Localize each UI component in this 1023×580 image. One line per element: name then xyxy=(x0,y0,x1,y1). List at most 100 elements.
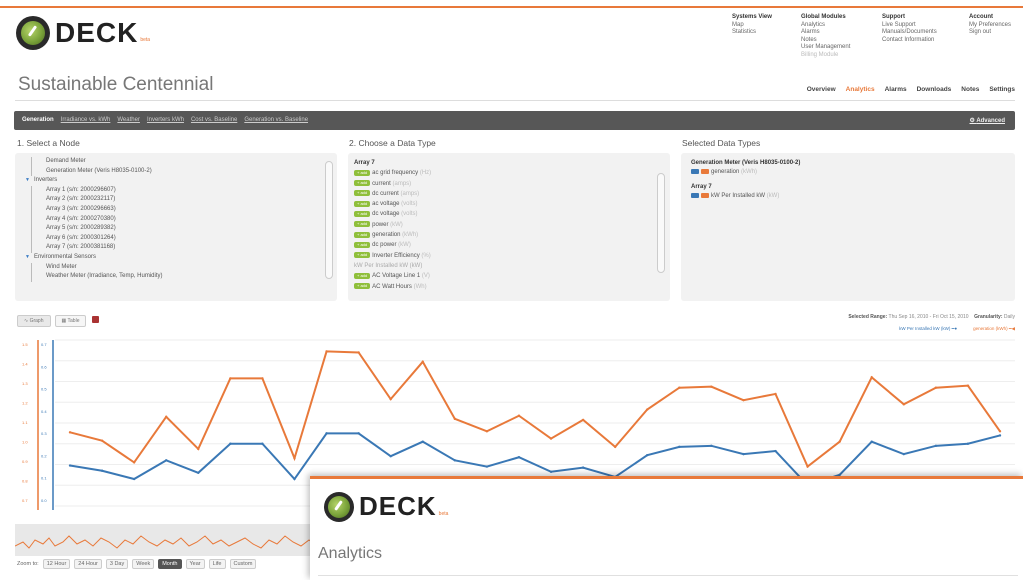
tree-item-generation-meter[interactable]: Generation Meter (Veris H8035-0100-2) xyxy=(31,166,162,177)
print-icon[interactable] xyxy=(92,316,100,323)
subtab-settings[interactable]: Settings xyxy=(989,86,1015,93)
y-tick-label-blue: 0.2 xyxy=(41,453,47,458)
selected-item-name: generation xyxy=(711,169,740,175)
add-button[interactable]: + add xyxy=(354,221,371,228)
range-readout: Selected Range: Thu Sep 16, 2010 - Fri O… xyxy=(848,314,1015,320)
topnav-heading: Support xyxy=(882,14,905,20)
zoom-3-day[interactable]: 3 Day xyxy=(105,559,129,569)
node-tree-panel: Demand Meter Generation Meter (Veris H80… xyxy=(15,153,337,301)
add-button[interactable]: + add xyxy=(354,200,371,207)
logo-beta-tag: beta xyxy=(438,510,449,517)
remove-icon[interactable] xyxy=(701,168,709,174)
add-button[interactable]: + add xyxy=(354,190,371,197)
analysis-tab-generation[interactable]: Generation xyxy=(22,117,54,123)
zoom-custom[interactable]: Custom xyxy=(229,559,257,569)
series-color-swatch[interactable] xyxy=(691,168,699,174)
zoom-month[interactable]: Month xyxy=(158,559,182,569)
topnav-link-notes[interactable]: Notes xyxy=(801,37,850,45)
data-point xyxy=(902,403,905,406)
add-button[interactable]: + add xyxy=(354,231,371,238)
topnav-link-contact[interactable]: Contact Information xyxy=(882,37,937,45)
data-point xyxy=(934,386,938,389)
data-point xyxy=(710,444,713,448)
topnav-link-live-support[interactable]: Live Support xyxy=(882,22,937,30)
tree-item-array-6[interactable]: Array 6 (s/n: 2000301264) xyxy=(31,233,162,244)
analysis-tab-inverters[interactable]: Inverters kWh xyxy=(147,117,184,123)
data-point xyxy=(774,449,777,453)
tree-item-array-5[interactable]: Array 5 (s/n: 2000289382) xyxy=(31,224,162,234)
subtab-alarms[interactable]: Alarms xyxy=(885,86,907,93)
y-tick-label-orange: 1.3 xyxy=(22,381,28,386)
subtab-overview[interactable]: Overview xyxy=(807,86,836,93)
data-point xyxy=(485,430,489,433)
tree-item-array-3[interactable]: Array 3 (s/n: 2000296663) xyxy=(31,204,162,215)
data-point xyxy=(229,377,232,380)
data-point xyxy=(357,432,360,435)
data-type-unit: (kW) xyxy=(390,221,403,228)
tree-item-weather-meter[interactable]: Weather Meter (Irradiance, Temp, Humidit… xyxy=(31,272,162,282)
data-point xyxy=(838,440,841,443)
data-point xyxy=(357,351,360,354)
add-button[interactable]: + add xyxy=(354,169,371,176)
data-type-scrollbar[interactable] xyxy=(657,173,665,273)
series-color-swatch[interactable] xyxy=(691,192,699,198)
topnav-link-analytics[interactable]: Analytics xyxy=(801,22,850,30)
y-tick-label-blue: 0.4 xyxy=(41,409,47,414)
subtab-downloads[interactable]: Downloads xyxy=(917,86,952,93)
tree-item-array-4[interactable]: Array 4 (s/n: 2000270380) xyxy=(31,214,162,225)
y-tick-label-orange: 1.2 xyxy=(22,401,28,406)
topnav-link-alarms[interactable]: Alarms xyxy=(801,29,850,37)
data-type-unit: (amps) xyxy=(400,190,420,197)
topnav-link-user-management[interactable]: User Management xyxy=(801,44,850,52)
node-tree-scrollbar[interactable] xyxy=(325,161,333,279)
analysis-tab-irradiance[interactable]: Irradiance vs. kWh xyxy=(61,117,111,123)
data-type-name: dc current xyxy=(372,190,399,197)
topnav-link-manuals[interactable]: Manuals/Documents xyxy=(882,29,937,37)
tree-item-array-2[interactable]: Array 2 (s/n: 2000232117) xyxy=(31,195,162,205)
subtab-notes[interactable]: Notes xyxy=(961,86,979,93)
range-navigator[interactable] xyxy=(15,524,315,556)
tree-item-wind-meter[interactable]: Wind Meter xyxy=(31,262,162,273)
remove-icon[interactable] xyxy=(701,192,709,198)
data-type-row: + add AC Watt Hours (Wh) xyxy=(354,282,431,292)
add-button[interactable]: + add xyxy=(354,252,371,259)
data-point xyxy=(421,440,424,443)
table-tab[interactable]: ▦ Table xyxy=(54,315,87,327)
zoom-year[interactable]: Year xyxy=(185,559,205,569)
add-button[interactable]: + add xyxy=(354,282,371,289)
topnav-link-preferences[interactable]: My Preferences xyxy=(969,22,1011,30)
tree-item-demand-meter[interactable]: Demand Meter xyxy=(31,157,162,167)
add-button[interactable]: + add xyxy=(354,210,371,217)
advanced-link[interactable]: ⚙ Advanced xyxy=(969,117,1005,124)
tree-item-inverters[interactable]: ▼ Inverters xyxy=(23,176,162,186)
topnav-link-map[interactable]: Map xyxy=(732,22,772,30)
tree-item-env-sensors[interactable]: ▼ Environmental Sensors xyxy=(23,253,162,263)
data-point xyxy=(165,415,168,418)
zoom-week[interactable]: Week xyxy=(132,559,155,569)
add-button[interactable]: + add xyxy=(354,180,371,187)
subtab-analytics[interactable]: Analytics xyxy=(846,86,875,93)
zoom-24-hour[interactable]: 24 Hour xyxy=(74,559,102,569)
y-tick-label-blue: 0.6 xyxy=(41,364,47,369)
zoom-life[interactable]: Life xyxy=(208,559,226,569)
zoom-12-hour[interactable]: 12 Hour xyxy=(42,559,71,569)
topnav-link-statistics[interactable]: Statistics xyxy=(732,29,772,37)
add-button[interactable]: + add xyxy=(354,241,371,248)
data-point xyxy=(870,376,873,379)
granularity-label: Granularity: xyxy=(974,314,1003,320)
data-type-row: + add dc current (amps) xyxy=(354,189,431,199)
analysis-tab-gen-baseline[interactable]: Generation vs. Baseline xyxy=(244,117,308,123)
tree-item-array-1[interactable]: Array 1 (s/n: 2000296607) xyxy=(31,185,162,196)
add-button[interactable]: + add xyxy=(354,272,371,279)
data-type-name: Inverter Efficiency xyxy=(372,252,420,259)
data-point xyxy=(870,440,873,443)
deck-logo[interactable]: DECK beta xyxy=(16,16,150,50)
data-point xyxy=(517,414,521,417)
analysis-tab-cost[interactable]: Cost vs. Baseline xyxy=(191,117,237,123)
analysis-tab-weather[interactable]: Weather xyxy=(117,117,140,123)
tree-item-array-7[interactable]: Array 7 (s/n: 2000381168) xyxy=(31,243,162,253)
topnav-link-sign-out[interactable]: Sign out xyxy=(969,29,1011,37)
graph-tab[interactable]: ∿ Graph xyxy=(17,315,51,327)
data-point xyxy=(293,457,296,460)
overlay-deck-logo[interactable]: DECK beta xyxy=(324,491,448,522)
